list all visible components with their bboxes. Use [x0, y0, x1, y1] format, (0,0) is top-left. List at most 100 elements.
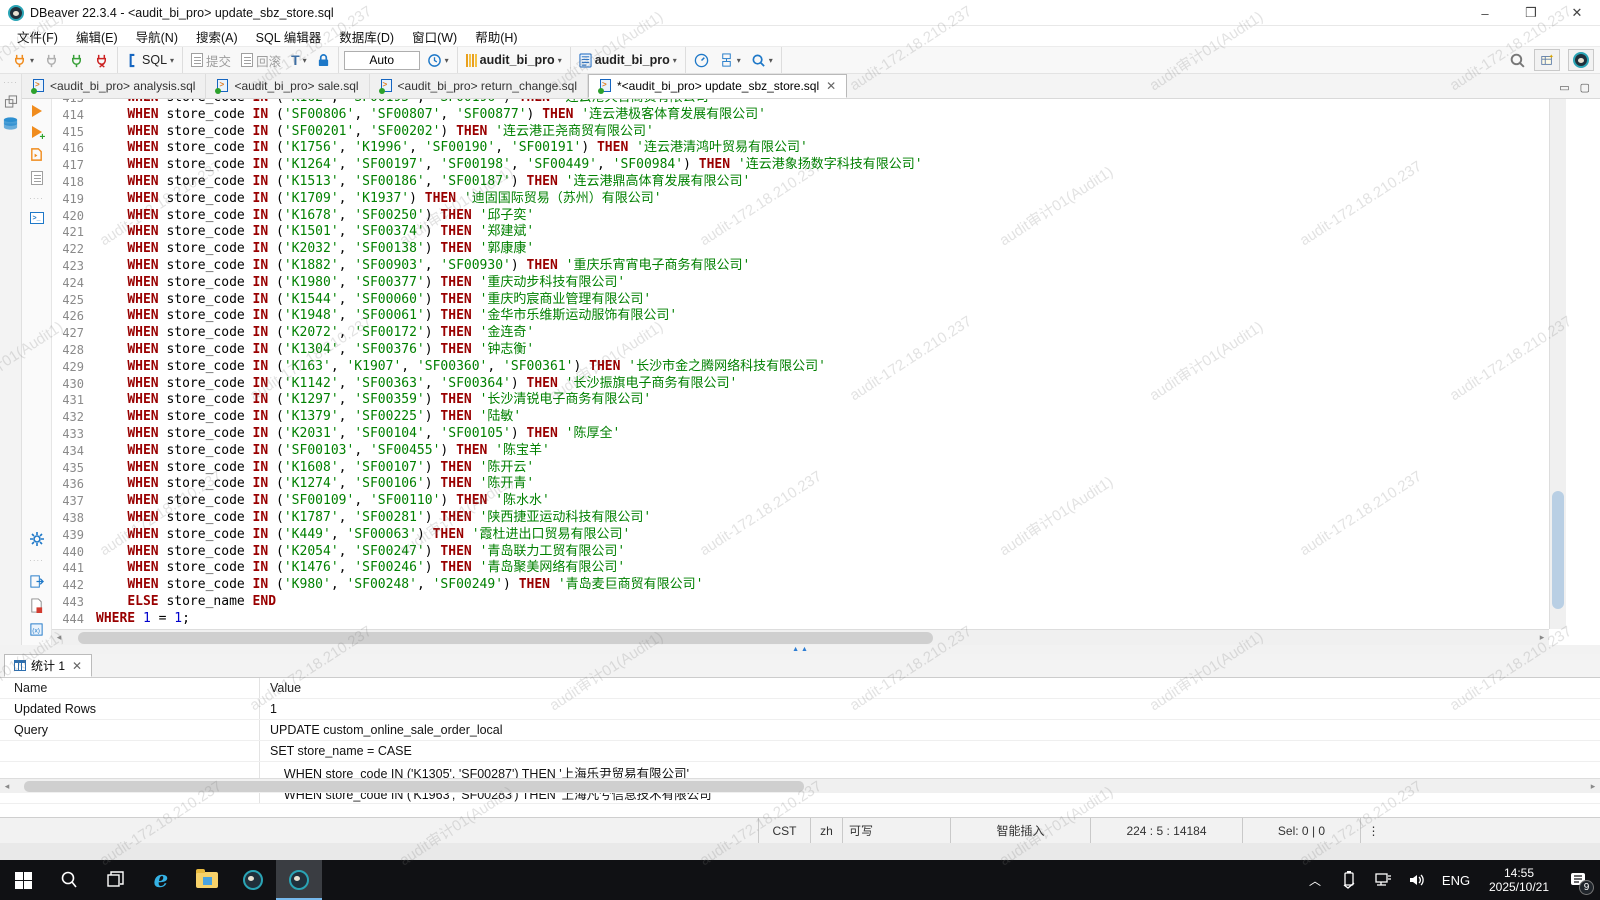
stats-row[interactable]: SET store_name = CASE: [0, 741, 1600, 762]
menu-item[interactable]: 窗口(W): [403, 25, 466, 48]
language-indicator[interactable]: ENG: [1436, 860, 1476, 900]
chevron-down-icon: ▾: [170, 56, 174, 65]
strip-separator: ····: [29, 556, 44, 565]
taskbar-search-button[interactable]: [46, 860, 92, 900]
editor-tab[interactable]: ><audit_bi_pro> analysis.sql: [22, 74, 206, 98]
menu-item[interactable]: 编辑(E): [67, 25, 127, 48]
connect-button[interactable]: [41, 51, 62, 70]
save-error-doc-icon[interactable]: [29, 598, 44, 613]
editor-vscroll-thumb[interactable]: [1552, 491, 1564, 609]
tab-close-icon[interactable]: ✕: [826, 79, 836, 93]
dashboard-button[interactable]: [691, 51, 712, 70]
restore-view-icon[interactable]: [4, 95, 18, 108]
results-hscroll-thumb[interactable]: [24, 781, 804, 792]
results-horizontal-scrollbar[interactable]: ◂ ▸: [0, 778, 1600, 793]
reconnect-button[interactable]: [66, 51, 87, 70]
minimize-panel-icon[interactable]: ▭: [1559, 81, 1569, 94]
beaver-icon: [243, 870, 263, 890]
connection-group: ▾: [4, 47, 118, 73]
editor-horizontal-scrollbar[interactable]: ◂ ▸: [52, 629, 1549, 645]
close-icon[interactable]: ✕: [72, 659, 82, 673]
sql-editor-group: SQL ▾: [118, 47, 183, 73]
database-page-icon: [579, 53, 592, 68]
rollback-button[interactable]: 回滚: [238, 49, 284, 72]
user-avatar[interactable]: [1568, 49, 1594, 71]
open-console-button[interactable]: >_: [30, 212, 44, 224]
search-icon[interactable]: [1509, 52, 1526, 69]
transaction-filter-button[interactable]: T ▾: [288, 50, 310, 70]
sql-search-button[interactable]: ▾: [748, 51, 776, 70]
internet-explorer-icon[interactable]: e: [138, 860, 184, 900]
menu-item[interactable]: 导航(N): [127, 25, 187, 48]
scroll-right-arrow[interactable]: ▸: [1586, 781, 1600, 792]
code-line: 444WHERE 1 = 1;: [52, 611, 1549, 628]
database-connection-selector[interactable]: audit_bi_pro ▾: [463, 51, 565, 69]
export-result-icon[interactable]: [29, 574, 44, 589]
menu-item[interactable]: 文件(F): [8, 25, 67, 48]
panel-resize-sash[interactable]: ▲ ▲: [0, 645, 1600, 654]
tray-chevron-up[interactable]: ︿: [1300, 860, 1330, 900]
start-button[interactable]: [0, 860, 46, 900]
execute-script-button[interactable]: [29, 147, 44, 162]
dbeaver-taskbar-icon-active[interactable]: [276, 860, 322, 900]
settings-gear-icon[interactable]: [29, 531, 45, 547]
dbeaver-taskbar-icon[interactable]: [230, 860, 276, 900]
scroll-right-arrow[interactable]: ▸: [1535, 632, 1549, 643]
new-connection-button[interactable]: ▾: [9, 51, 37, 70]
menu-item[interactable]: 帮助(H): [466, 25, 526, 48]
maximize-panel-icon[interactable]: ▢: [1580, 81, 1590, 94]
output-doc-icon[interactable]: (x): [29, 622, 44, 637]
col-header-value[interactable]: Value: [260, 681, 301, 695]
close-button[interactable]: ✕: [1554, 0, 1600, 26]
stats-cell-name: [0, 741, 260, 761]
explain-plan-button[interactable]: [31, 171, 43, 185]
maximize-button[interactable]: ❒: [1508, 0, 1554, 26]
minimize-button[interactable]: –: [1462, 0, 1508, 26]
usb-icon[interactable]: [1334, 860, 1364, 900]
task-view-button[interactable]: [92, 860, 138, 900]
code-line: 438 WHEN store_code IN ('K1787', 'SF0028…: [52, 510, 1549, 527]
code-line: 413 WHEN store_code IN ('K162', 'SF00195…: [52, 99, 1549, 107]
notification-center-button[interactable]: 9: [1562, 860, 1596, 900]
volume-icon[interactable]: [1402, 860, 1432, 900]
editor-hscroll-thumb[interactable]: [78, 632, 933, 644]
stats-row[interactable]: Updated Rows1: [0, 699, 1600, 720]
database-navigator-icon[interactable]: [2, 116, 19, 132]
scroll-left-arrow[interactable]: ◂: [0, 781, 14, 792]
menu-item[interactable]: 数据库(D): [330, 25, 403, 48]
editor-vertical-scrollbar[interactable]: [1549, 99, 1566, 629]
code-line: 440 WHEN store_code IN ('K2054', 'SF0024…: [52, 544, 1549, 561]
line-number: 416: [52, 140, 96, 157]
network-icon[interactable]: [1368, 860, 1398, 900]
execute-statement-button[interactable]: [32, 105, 42, 117]
sql-label: SQL: [142, 53, 167, 67]
auto-commit-selector[interactable]: Auto: [344, 51, 420, 70]
editor-tab[interactable]: ><audit_bi_pro> return_change.sql: [370, 74, 588, 98]
execute-in-new-tab-button[interactable]: [32, 126, 42, 138]
col-header-name[interactable]: Name: [0, 678, 260, 698]
sql-editor-button[interactable]: SQL ▾: [123, 51, 177, 70]
workbench-left-strip: ····: [0, 74, 22, 645]
schema-selector[interactable]: audit_bi_pro ▾: [576, 51, 680, 70]
plug-icon: [44, 53, 59, 68]
commit-button[interactable]: 提交: [188, 49, 234, 72]
taskbar-clock[interactable]: 14:55 2025/10/21: [1480, 866, 1558, 894]
menu-item[interactable]: SQL 编辑器: [247, 25, 331, 48]
editor-tab[interactable]: ><audit_bi_pro> sale.sql: [206, 74, 369, 98]
open-perspective-button[interactable]: ✦: [1534, 49, 1560, 71]
lock-button[interactable]: [314, 51, 333, 69]
menu-item[interactable]: 搜索(A): [187, 25, 247, 48]
code-text: WHEN store_code IN ('K2072', 'SF00172') …: [96, 325, 534, 342]
sql-code-editor[interactable]: 413 WHEN store_code IN ('K162', 'SF00195…: [52, 99, 1549, 629]
editor-tab[interactable]: >*<audit_bi_pro> update_sbz_store.sql✕: [588, 74, 847, 98]
code-line: 442 WHEN store_code IN ('K980', 'SF00248…: [52, 577, 1549, 594]
tab-statistics[interactable]: 统计 1 ✕: [4, 654, 92, 677]
server-button[interactable]: ▾: [716, 51, 744, 70]
scroll-left-arrow[interactable]: ◂: [52, 632, 66, 643]
file-explorer-icon[interactable]: [184, 860, 230, 900]
disconnect-button[interactable]: [91, 51, 112, 70]
chevron-down-icon: ▾: [769, 56, 773, 65]
code-text: WHEN store_code IN ('K1379', 'SF00225') …: [96, 409, 521, 426]
transaction-log-button[interactable]: ▾: [424, 51, 452, 70]
stats-row[interactable]: QueryUPDATE custom_online_sale_order_loc…: [0, 720, 1600, 741]
